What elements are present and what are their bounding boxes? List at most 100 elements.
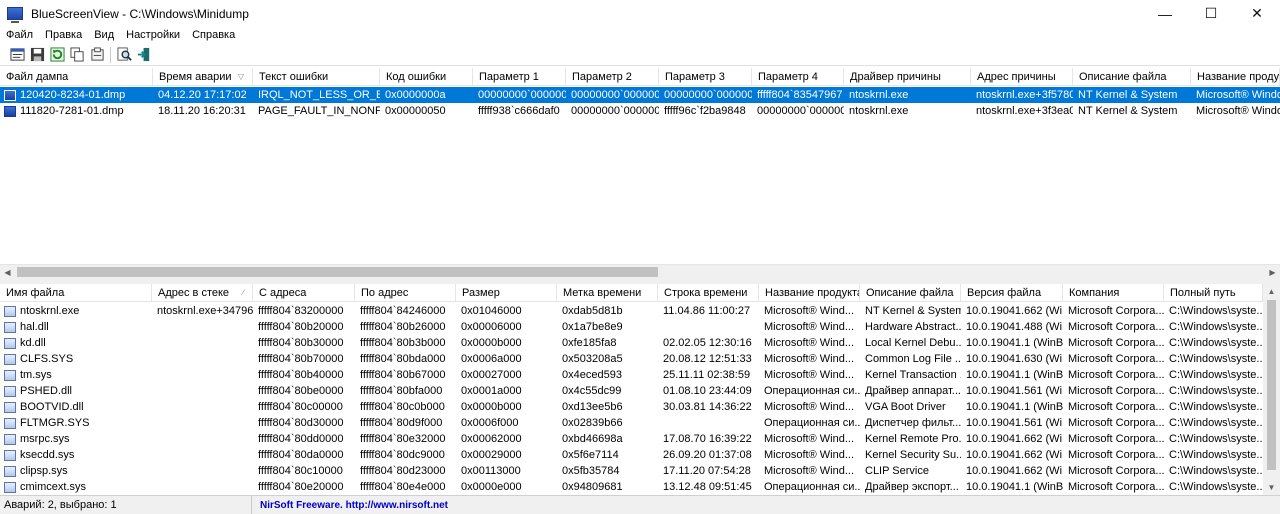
sort-descending-icon: ▽ [237, 72, 244, 81]
properties-button[interactable] [8, 46, 26, 64]
driver-cell [152, 431, 253, 447]
menu-settings[interactable]: Настройки [120, 29, 186, 41]
driver-cell: 0x0001a000 [461, 385, 522, 397]
crash-list[interactable]: Файл дампа Время аварии ▽ Текст ошибки Ко… [0, 68, 1280, 264]
column-address-in-stack[interactable]: Адрес в стеке ∕ [152, 284, 253, 302]
driver-cell [152, 383, 253, 399]
driver-cell: Local Kernel Debu... [865, 337, 961, 349]
crash-cell: ntoskrnl.exe+3f3ea0 [976, 105, 1073, 117]
column-error-code[interactable]: Код ошибки [380, 68, 473, 86]
column-error-text[interactable]: Текст ошибки [253, 68, 380, 86]
maximize-button[interactable]: ☐ [1188, 0, 1234, 27]
column-to-address[interactable]: По адрес [355, 284, 456, 302]
driver-cell: Microsoft Corpora... [1068, 401, 1164, 413]
column-dump-file[interactable]: Файл дампа [0, 68, 153, 86]
driver-cell: 0x00113000 [461, 465, 521, 477]
driver-list[interactable]: Имя файла Адрес в стеке ∕ С адреса По адр… [0, 284, 1280, 495]
column-param-2[interactable]: Параметр 2 [566, 68, 659, 86]
column-size[interactable]: Размер [456, 284, 557, 302]
bluescreen-app-icon [7, 7, 23, 23]
driver-row[interactable]: ksecdd.sys fffff804`80da0000 fffff804`80dc… [0, 447, 1263, 463]
menu-edit[interactable]: Правка [39, 29, 88, 41]
driver-cell: CLIP Service [865, 465, 929, 477]
driver-row[interactable]: kd.dll fffff804`80b30000 fffff804`80b3b000… [0, 335, 1263, 351]
driver-row[interactable]: tm.sys fffff804`80b40000 fffff804`80b67000… [0, 367, 1263, 383]
driver-cell: Microsoft® Wind... [764, 465, 855, 477]
driver-cell: 0x00029000 [461, 449, 522, 461]
driver-cell-filename: PSHED.dll [0, 383, 152, 399]
column-param-1[interactable]: Параметр 1 [473, 68, 566, 86]
close-button[interactable]: ✕ [1234, 0, 1280, 27]
driver-list-vscrollbar[interactable]: ▲ ▼ [1263, 284, 1280, 495]
dump-file-icon [4, 89, 16, 101]
driver-row[interactable]: FLTMGR.SYS fffff804`80d30000 fffff804`80d9… [0, 415, 1263, 431]
driver-cell: fffff804`80b30000 [258, 337, 344, 349]
column-time-string[interactable]: Строка времени [658, 284, 759, 302]
column-caused-by-address[interactable]: Адрес причины [971, 68, 1073, 86]
driver-cell: Hardware Abstract... [865, 321, 961, 333]
crash-cell: 00000000`000000... [757, 105, 844, 117]
menu-view[interactable]: Вид [88, 29, 120, 41]
driver-cell: 10.0.19041.1 (WinB... [966, 481, 1063, 493]
column-from-address[interactable]: С адреса [253, 284, 355, 302]
crash-list-hscrollbar[interactable]: ◀ ▶ [0, 264, 1280, 279]
column-file-description[interactable]: Описание файла [1073, 68, 1191, 86]
driver-cell: C:\Windows\syste... [1169, 321, 1263, 333]
driver-cell: Microsoft Corpora... [1068, 417, 1164, 429]
column-timestamp[interactable]: Метка времени [557, 284, 658, 302]
options-button[interactable] [88, 46, 106, 64]
driver-row[interactable]: cmimcext.sys fffff804`80e20000 fffff804`80… [0, 479, 1263, 495]
vscroll-thumb[interactable] [1267, 300, 1276, 470]
driver-cell-filename: clipsp.sys [0, 463, 152, 479]
driver-cell: fffff804`83200000 [258, 305, 344, 317]
crash-cell: ntoskrnl.exe [849, 89, 909, 101]
scroll-up-arrow-icon[interactable]: ▲ [1263, 284, 1280, 299]
column-product-name[interactable]: Название продукта [1191, 68, 1280, 86]
column-param-4[interactable]: Параметр 4 [752, 68, 844, 86]
hscroll-thumb[interactable] [17, 267, 658, 277]
driver-file-icon [4, 353, 16, 365]
driver-cell: fffff804`80b20000 [258, 321, 344, 333]
column-caused-by-driver[interactable]: Драйвер причины [844, 68, 971, 86]
column-product-name[interactable]: Название продукта [759, 284, 860, 302]
driver-row[interactable]: clipsp.sys fffff804`80c10000 fffff804`80d2… [0, 463, 1263, 479]
driver-cell: Kernel Security Su... [865, 449, 961, 461]
column-file-description[interactable]: Описание файла [860, 284, 961, 302]
crash-cell: fffff804`83547967 [757, 89, 843, 101]
column-crash-time[interactable]: Время аварии ▽ [153, 68, 253, 86]
column-file-version[interactable]: Версия файла [961, 284, 1063, 302]
copy-button[interactable] [68, 46, 86, 64]
refresh-button[interactable] [48, 46, 66, 64]
driver-row[interactable]: ntoskrnl.exe ntoskrnl.exe+347967 fffff804`… [0, 303, 1263, 319]
exit-button[interactable] [135, 46, 153, 64]
find-button[interactable] [115, 46, 133, 64]
column-filename[interactable]: Имя файла [0, 284, 152, 302]
scroll-left-arrow-icon[interactable]: ◀ [0, 265, 15, 280]
menu-help[interactable]: Справка [186, 29, 241, 41]
scroll-right-arrow-icon[interactable]: ▶ [1265, 265, 1280, 280]
driver-rows: ntoskrnl.exe ntoskrnl.exe+347967 fffff804`… [0, 303, 1263, 495]
driver-row[interactable]: BOOTVID.dll fffff804`80c00000 fffff804`80c… [0, 399, 1263, 415]
crash-row-selected[interactable]: 120420-8234-01.dmp 04.12.20 17:17:02 IRQ… [0, 87, 1280, 103]
scroll-down-arrow-icon[interactable]: ▼ [1263, 480, 1280, 495]
driver-row[interactable]: msrpc.sys fffff804`80dd0000 fffff804`80e32… [0, 431, 1263, 447]
menu-file[interactable]: Файл [0, 29, 39, 41]
copy-icon [69, 47, 84, 62]
driver-cell [152, 479, 253, 495]
crash-cell: Microsoft® Windo... [1196, 89, 1280, 101]
nirsoft-link[interactable]: NirSoft Freeware. http://www.nirsoft.net [252, 500, 448, 511]
driver-cell: fffff804`80c10000 [258, 465, 343, 477]
column-full-path[interactable]: Полный путь [1164, 284, 1263, 302]
driver-cell [152, 463, 253, 479]
driver-file-name: clipsp.sys [20, 465, 68, 477]
crash-rows: 120420-8234-01.dmp 04.12.20 17:17:02 IRQ… [0, 87, 1280, 119]
driver-row[interactable]: PSHED.dll fffff804`80be0000 fffff804`80bfa… [0, 383, 1263, 399]
save-button[interactable] [28, 46, 46, 64]
crash-row[interactable]: 111820-7281-01.dmp 18.11.20 16:20:31 PAG… [0, 103, 1280, 119]
column-company[interactable]: Компания [1063, 284, 1164, 302]
column-param-3[interactable]: Параметр 3 [659, 68, 752, 86]
driver-cell: C:\Windows\syste... [1169, 449, 1263, 461]
minimize-button[interactable]: — [1142, 0, 1188, 27]
driver-row[interactable]: CLFS.SYS fffff804`80b70000 fffff804`80bda0… [0, 351, 1263, 367]
driver-row[interactable]: hal.dll fffff804`80b20000 fffff804`80b2600… [0, 319, 1263, 335]
